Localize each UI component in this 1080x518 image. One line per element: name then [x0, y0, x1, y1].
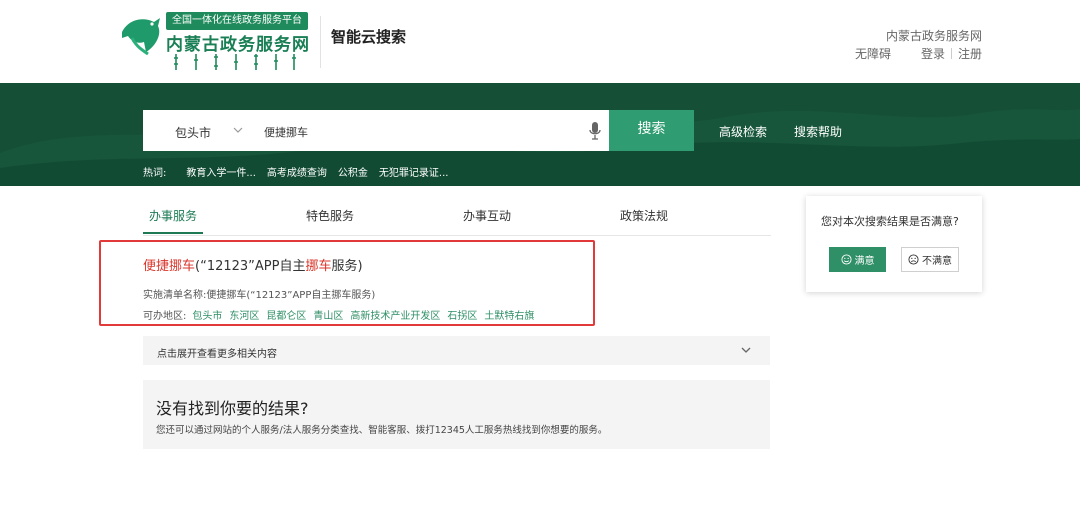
accessibility-link[interactable]: 无障碍	[855, 45, 891, 62]
chevron-down-icon[interactable]	[740, 346, 752, 354]
satisfied-label: 满意	[854, 256, 875, 267]
search-button[interactable]: 搜索	[609, 110, 694, 151]
region-link[interactable]: 土默特右旗	[484, 307, 534, 322]
microphone-icon[interactable]	[588, 121, 602, 141]
hot-words-label: 热词:	[143, 168, 167, 179]
hot-word[interactable]: 无犯罪记录证...	[379, 164, 449, 179]
result-meta: 实施清单名称:便捷挪车(“12123”APP自主挪车服务)	[143, 290, 376, 301]
unsatisfied-button[interactable]: 不满意	[901, 247, 959, 272]
regions-label: 可办地区:	[143, 311, 187, 322]
region-link[interactable]: 东河区	[229, 307, 259, 322]
search-box	[143, 110, 609, 151]
title-highlight: 挪车	[305, 259, 332, 274]
header-divider	[320, 16, 321, 68]
city-select[interactable]: 包头市	[175, 124, 211, 141]
tab-policy[interactable]: 政策法规	[620, 207, 668, 224]
chevron-down-icon[interactable]	[232, 125, 244, 135]
result-tabs: 办事服务 特色服务 办事互动 政策法规	[143, 207, 771, 236]
top-links: 无障碍 登录 注册	[855, 45, 982, 62]
login-link[interactable]: 登录	[921, 45, 945, 62]
result-title[interactable]: 便捷挪车(“12123”APP自主挪车服务)	[143, 255, 363, 274]
region-link[interactable]: 石拐区	[447, 307, 477, 322]
region-link[interactable]: 高新技术产业开发区	[350, 307, 440, 322]
portal-link[interactable]: 内蒙古政务服务网	[886, 27, 982, 44]
hot-word[interactable]: 公积金	[338, 164, 368, 179]
tab-featured[interactable]: 特色服务	[306, 207, 354, 224]
region-link[interactable]: 包头市	[192, 307, 222, 322]
region-link[interactable]: 昆都仑区	[266, 307, 306, 322]
frown-face-icon	[908, 254, 919, 265]
logo-banner: 全国一体化在线政务服务平台	[166, 12, 308, 30]
search-help-link[interactable]: 搜索帮助	[794, 123, 842, 140]
active-tab-indicator	[143, 232, 203, 234]
no-result-title: 没有找到你要的结果?	[156, 399, 309, 418]
horse-logo-icon	[122, 18, 160, 56]
hot-words: 热词: 教育入学一件... 高考成绩查询 公积金 无犯罪记录证...	[143, 164, 459, 179]
mongolian-script-icon	[174, 54, 296, 70]
hot-word[interactable]: 高考成绩查询	[267, 164, 327, 179]
search-input[interactable]: 便捷挪车	[264, 124, 308, 140]
region-link[interactable]: 青山区	[313, 307, 343, 322]
expand-more-label: 点击展开查看更多相关内容	[157, 349, 277, 360]
tab-interaction[interactable]: 办事互动	[463, 207, 511, 224]
hot-word[interactable]: 教育入学一件...	[186, 164, 256, 179]
advanced-search-link[interactable]: 高级检索	[719, 123, 767, 140]
title-highlight: 便捷挪车	[143, 259, 196, 274]
region-list: 可办地区: 包头市 东河区 昆都仑区 青山区 高新技术产业开发区 石拐区 土默特…	[143, 307, 541, 322]
title-text: (“12123”APP自主	[195, 259, 306, 274]
site-title: 智能云搜索	[331, 28, 407, 46]
satisfied-button[interactable]: 满意	[829, 247, 886, 272]
tab-services[interactable]: 办事服务	[149, 207, 197, 224]
satisfaction-question: 您对本次搜索结果是否满意?	[821, 215, 959, 228]
register-link[interactable]: 注册	[958, 45, 982, 62]
unsatisfied-label: 不满意	[922, 256, 952, 267]
smile-face-icon	[840, 254, 852, 265]
title-text: 服务)	[331, 259, 363, 274]
satisfaction-card	[806, 196, 982, 292]
no-result-desc: 您还可以通过网站的个人服务/法人服务分类查找、智能客服、拨打12345人工服务热…	[156, 425, 608, 436]
